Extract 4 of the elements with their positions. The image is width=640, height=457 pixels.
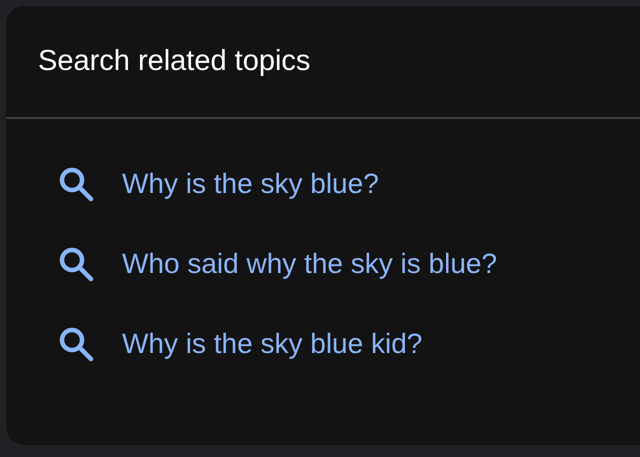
suggestion-link[interactable]: Who said why the sky is blue? xyxy=(122,247,498,281)
suggestion-link[interactable]: Why is the sky blue? xyxy=(122,167,379,201)
panel-title: Search related topics xyxy=(38,44,310,79)
suggestion-link[interactable]: Why is the sky blue kid? xyxy=(122,327,422,361)
